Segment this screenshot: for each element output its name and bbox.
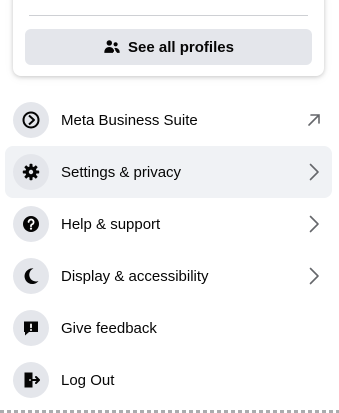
menu-item-label: Log Out [61,371,115,389]
menu-item-label: Give feedback [61,319,157,337]
menu-item-meta-business-suite[interactable]: Meta Business Suite [5,94,332,146]
chevron-right-icon [304,266,324,286]
see-all-profiles-label: See all profiles [128,38,234,56]
logout-icon [13,362,49,398]
external-arrow-icon [304,110,324,130]
chevron-right-icon [304,214,324,234]
menu-item-label: Help & support [61,215,161,233]
menu-item-give-feedback[interactable]: Give feedback [5,302,332,354]
profile-panel: See all profiles [13,0,324,76]
profiles-switch-icon [103,38,121,56]
menu-item-label: Settings & privacy [61,163,182,181]
meta-business-suite-icon [13,102,49,138]
see-all-profiles-button[interactable]: See all profiles [25,29,312,65]
menu-item-log-out[interactable]: Log Out [5,354,332,406]
menu-item-display-accessibility[interactable]: Display & accessibility [5,250,332,302]
question-icon [13,206,49,242]
menu-item-label: Display & accessibility [61,267,209,285]
moon-icon [13,258,49,294]
menu-item-label: Meta Business Suite [61,111,198,129]
account-menu: See all profiles Meta Business Suite Set… [0,0,339,413]
feedback-icon [13,310,49,346]
menu-item-help-support[interactable]: Help & support [5,198,332,250]
menu-item-settings-privacy[interactable]: Settings & privacy [5,146,332,198]
chevron-right-icon [304,162,324,182]
gear-icon [13,154,49,190]
profile-divider [29,15,308,16]
settings-menu: Meta Business Suite Settings & privacy H… [5,94,332,406]
